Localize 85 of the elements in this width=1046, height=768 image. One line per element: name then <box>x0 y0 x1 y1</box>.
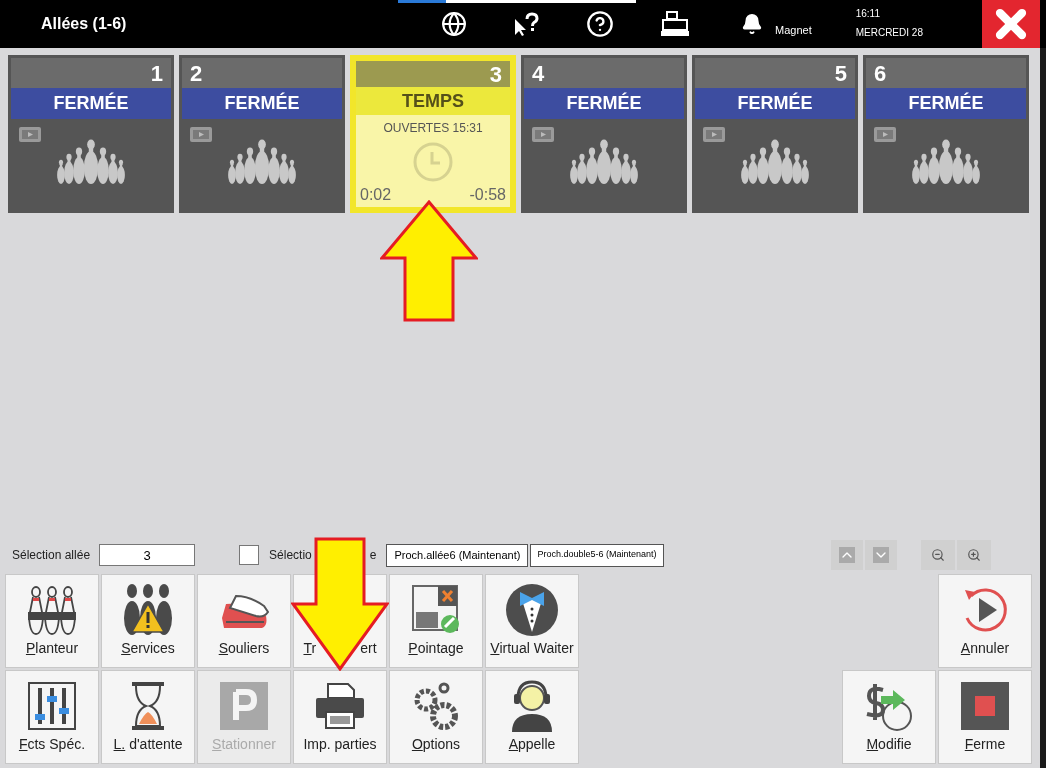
function-button[interactable]: Imp. parties <box>293 670 387 764</box>
opened-time: OUVERTES 15:31 <box>383 120 483 137</box>
chevron-up-icon <box>838 547 855 563</box>
lane-status: FERMÉE <box>908 91 984 115</box>
waiter-icon <box>504 582 560 638</box>
function-button[interactable]: L. d'attente <box>101 670 195 764</box>
pointer-help-icon[interactable] <box>513 11 539 37</box>
lane-tile[interactable]: 1 FERMÉE <box>8 55 174 213</box>
video-icon <box>19 127 41 142</box>
function-button[interactable]: Planteur <box>5 574 99 668</box>
remaining-time: -0:58 <box>469 185 506 205</box>
clock-icon <box>412 141 454 183</box>
lane-tile[interactable]: 2 FERMÉE <box>179 55 345 213</box>
video-icon <box>703 127 725 142</box>
zoom-in-icon <box>966 548 981 562</box>
date-label: MERCREDI 28 <box>855 26 923 40</box>
lane-status: FERMÉE <box>224 91 300 115</box>
help-icon[interactable] <box>586 10 614 38</box>
lane-status: TEMPS <box>402 89 464 113</box>
multi-selection-label: Sélectio <box>269 547 312 564</box>
bowling-pins-icon <box>910 138 982 184</box>
bell-icon[interactable] <box>741 13 763 35</box>
next-lane-button[interactable]: Proch.allée6 (Maintenant) <box>386 543 529 567</box>
bowling-pins-icon <box>739 138 811 184</box>
zoom-out-icon <box>930 548 945 562</box>
lane-number: 2 <box>190 59 203 88</box>
button-label: Pointage <box>408 639 464 658</box>
video-icon <box>190 127 212 142</box>
zoom-in-button[interactable] <box>956 540 991 570</box>
bowling-pins-icon <box>568 138 640 184</box>
button-label: Tr <box>303 639 317 658</box>
lane-status: FERMÉE <box>566 91 642 115</box>
function-button[interactable]: Virtual Waiter <box>485 574 579 668</box>
elapsed-time: 0:02 <box>360 185 392 205</box>
globe-icon[interactable] <box>441 11 467 37</box>
function-button[interactable]: Options <box>389 670 483 764</box>
checkbox[interactable] <box>239 545 260 565</box>
function-button[interactable]: Modifie <box>842 670 936 764</box>
lane-selection-field[interactable]: 3 <box>99 544 196 566</box>
button-label: Fcts Spéc. <box>18 735 86 754</box>
lane-tile[interactable]: 6 FERMÉE <box>863 55 1029 213</box>
function-button[interactable]: Pointage <box>389 574 483 668</box>
next-lane-button[interactable]: Proch.double5-6 (Maintenant) <box>530 543 664 567</box>
user-name: Magnet <box>775 22 812 38</box>
lane-number: 1 <box>150 59 163 88</box>
button-label: Planteur <box>25 639 79 658</box>
function-button[interactable]: Fcts Spéc. <box>5 670 99 764</box>
cash-register-icon[interactable] <box>661 11 689 37</box>
lane-selection-label: Sélection allée <box>12 547 91 564</box>
lane-tile[interactable]: 4 FERMÉE <box>521 55 687 213</box>
function-button[interactable]: Appelle <box>485 670 579 764</box>
button-label: Virtual Waiter <box>490 639 574 658</box>
function-button[interactable]: Ferme <box>938 670 1032 764</box>
button-label: Services <box>121 639 175 658</box>
button-label: Ferme <box>964 735 1006 754</box>
lane-status: FERMÉE <box>737 91 813 115</box>
lane-number: 4 <box>532 59 545 88</box>
close-button[interactable] <box>982 0 1040 48</box>
function-button[interactable]: Souliers <box>197 574 291 668</box>
function-button[interactable]: Services <box>101 574 195 668</box>
multi-selection-label: e <box>369 547 377 564</box>
lane-number: 3 <box>489 60 502 89</box>
window-title: Allées (1-6) <box>41 14 128 34</box>
video-icon <box>532 127 554 142</box>
function-button[interactable]: Annuler <box>938 574 1032 668</box>
button-label: ert <box>360 639 377 658</box>
lane-tile[interactable]: 5 FERMÉE <box>692 55 858 213</box>
chevron-down-icon <box>872 547 889 563</box>
clock-time: 16:11 <box>855 7 881 21</box>
button-label: Modifie <box>866 735 912 754</box>
button-label: Souliers <box>218 639 270 658</box>
lane-status: FERMÉE <box>53 91 129 115</box>
zoom-out-button[interactable] <box>920 540 955 570</box>
button-label: Imp. parties <box>303 735 377 754</box>
bowling-pins-icon <box>55 138 127 184</box>
button-label: Appelle <box>508 735 556 754</box>
lane-tile[interactable]: 3 TEMPS OUVERTES 15:31 0:02 -0:58 <box>350 55 516 213</box>
button-label: Options <box>411 735 461 754</box>
button-label: Annuler <box>960 639 1010 658</box>
lane-number: 5 <box>834 59 847 88</box>
bowling-pins-icon <box>226 138 298 184</box>
button-label: Stationner <box>212 735 276 754</box>
button-label: L. d'attente <box>113 735 183 754</box>
video-icon <box>874 127 896 142</box>
lane-number: 6 <box>874 59 887 88</box>
